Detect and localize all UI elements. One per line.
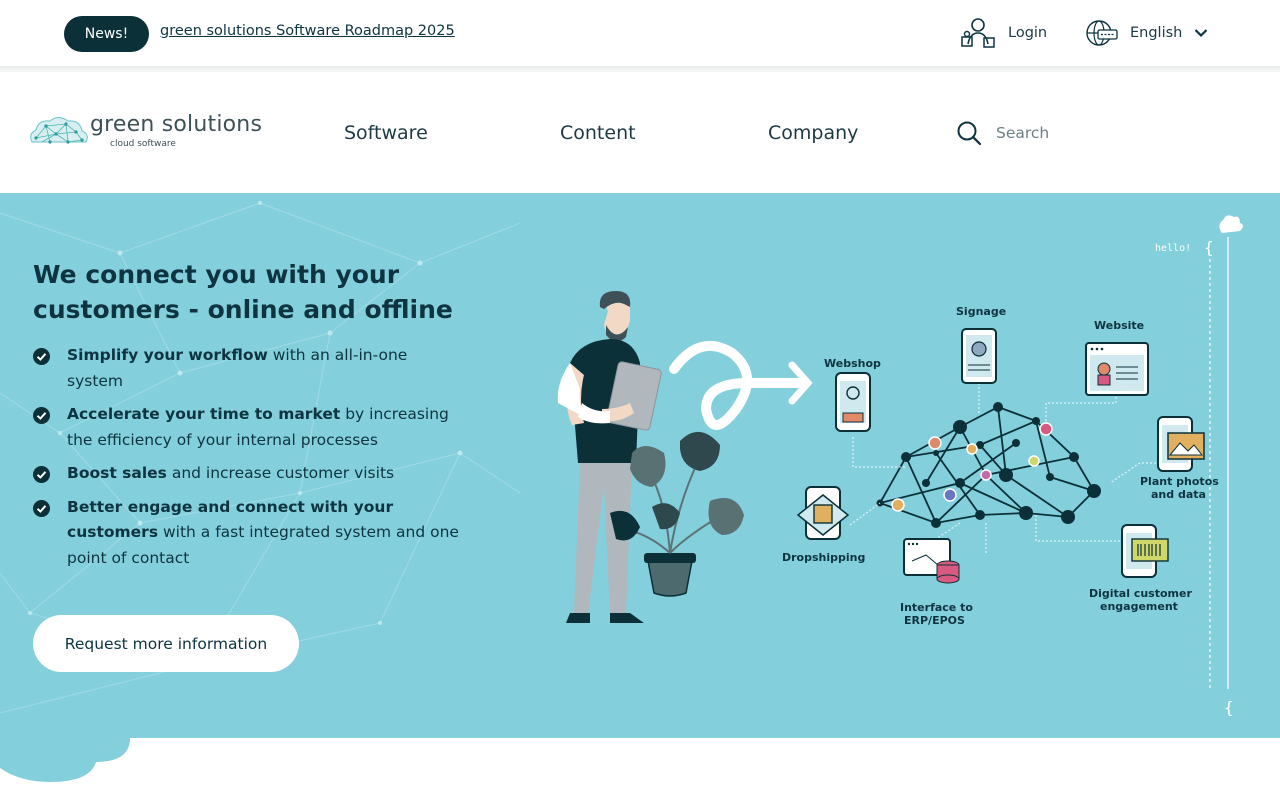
- check-circle-icon: [33, 466, 50, 483]
- connectivity-illustration: hello! { {Webshop Signage Website Plant…: [557, 215, 1243, 717]
- interface-label-1: Interface to: [900, 601, 973, 614]
- dropshipping-icon: [796, 486, 850, 540]
- benefit-bold: Simplify your workflow: [67, 346, 268, 364]
- benefit-text: and increase customer visits: [166, 464, 395, 482]
- swirl-arrow: [669, 340, 813, 430]
- benefit-bold: Boost sales: [67, 464, 167, 482]
- request-information-button[interactable]: Request more information: [33, 615, 299, 672]
- svg-text:{: {: [1204, 238, 1214, 257]
- network-cloud: [876, 402, 1101, 528]
- login-button[interactable]: Login: [960, 16, 1047, 50]
- digital-engagement-label-1: Digital customer: [1089, 587, 1192, 600]
- interface-label-2: ERP/EPOS: [904, 614, 965, 627]
- benefit-item: Boost sales and increase customer visits: [33, 461, 463, 487]
- hero-section: We connect you with your customers - onl…: [0, 193, 1280, 738]
- decorative-blob: [0, 738, 130, 782]
- plant-photos-icon: [1157, 416, 1205, 472]
- digital-engagement-label-2: engagement: [1100, 600, 1178, 613]
- digital-engagement-icon: [1121, 524, 1169, 578]
- search-icon[interactable]: [956, 120, 982, 146]
- svg-text:{: {: [1224, 698, 1234, 717]
- benefit-bold: Accelerate your time to market: [67, 405, 341, 423]
- nav-item-company[interactable]: Company: [768, 122, 858, 144]
- user-login-icon: [961, 18, 995, 48]
- login-label: Login: [1008, 25, 1048, 41]
- website-browser-icon: [1085, 342, 1149, 396]
- logo-tagline: cloud software: [110, 139, 176, 149]
- webshop-phone-icon: [835, 372, 871, 432]
- plant-photos-label-1: Plant photos: [1140, 475, 1219, 488]
- language-selector[interactable]: English: [1084, 16, 1208, 50]
- check-circle-icon: [33, 499, 50, 517]
- search-box[interactable]: [956, 118, 1156, 148]
- green-solutions-logo[interactable]: green solutions cloud software: [28, 112, 278, 152]
- signage-screen-icon: [961, 328, 997, 384]
- webshop-label: Webshop: [824, 357, 881, 370]
- signage-label: Signage: [956, 305, 1006, 318]
- check-circle-icon: [33, 348, 50, 365]
- language-label: English: [1130, 25, 1183, 41]
- plant-photos-label-2: and data: [1151, 488, 1206, 501]
- hero-headline: We connect you with your customers - onl…: [33, 260, 453, 324]
- chevron-down-icon: [1195, 29, 1208, 38]
- dropshipping-label: Dropshipping: [782, 551, 865, 564]
- erp-interface-icon: [903, 538, 960, 584]
- website-label: Website: [1094, 319, 1144, 332]
- benefit-item: Better engage and connect with your cust…: [33, 495, 463, 572]
- benefit-item: Accelerate your time to market by increa…: [33, 402, 463, 453]
- code-hello-text: hello!: [1155, 243, 1191, 254]
- benefits-list: Simplify your workflow with an all-in-on…: [33, 343, 463, 579]
- nav-item-software[interactable]: Software: [344, 122, 428, 144]
- cloud-network-logo-icon: [30, 117, 88, 144]
- search-input[interactable]: [996, 124, 1156, 142]
- top-bar: News! green solutions Software Roadmap 2…: [0, 0, 1280, 66]
- benefit-item: Simplify your workflow with an all-in-on…: [33, 343, 463, 394]
- news-roadmap-link[interactable]: green solutions Software Roadmap 2025: [160, 23, 455, 39]
- logo-name: green solutions: [90, 112, 263, 137]
- main-navigation: green solutions cloud software Software …: [0, 72, 1280, 193]
- globe-icon: [1086, 20, 1118, 46]
- news-badge[interactable]: News!: [64, 16, 149, 52]
- nav-item-content[interactable]: Content: [560, 122, 636, 144]
- check-circle-icon: [33, 407, 50, 424]
